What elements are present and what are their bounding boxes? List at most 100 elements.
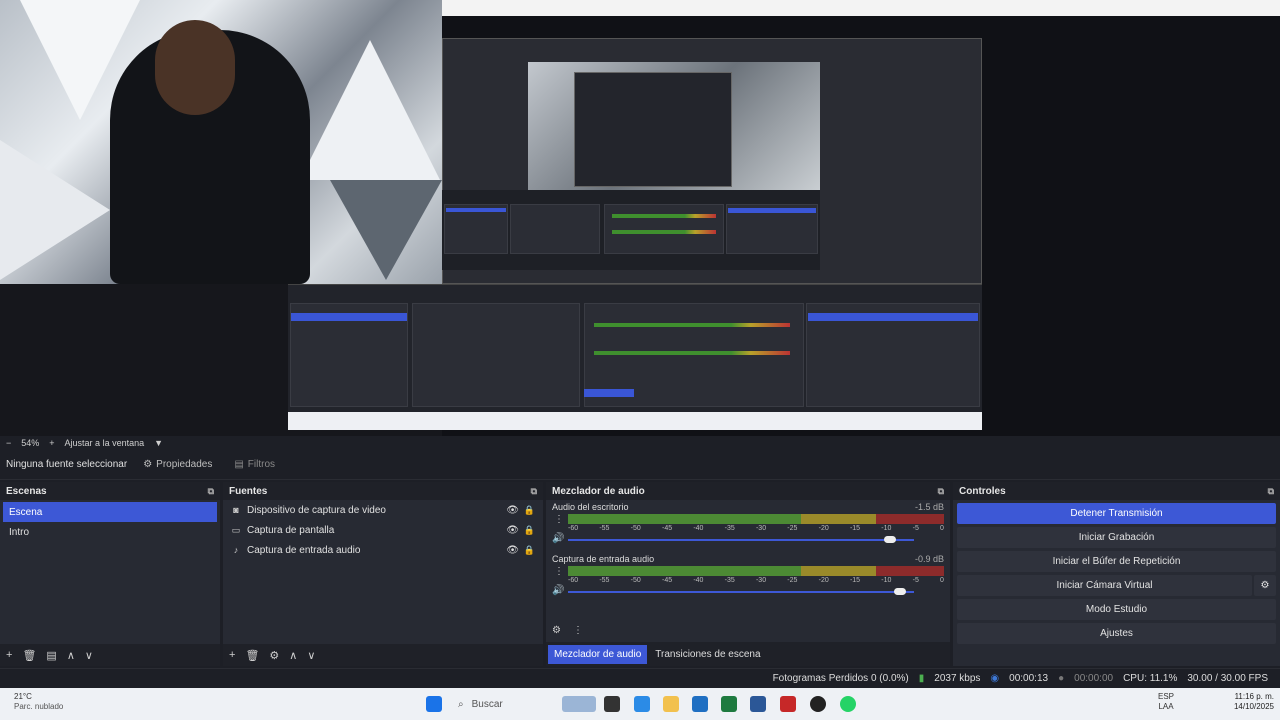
mixer-track-desktop: Audio del escritorio -1.5 dB ⋮ -60 -55 -50… — [546, 500, 950, 552]
virtual-camera-row: Iniciar Cámara Virtual ⚙ — [953, 572, 1280, 596]
sources-footer: + 🗑 ⚙ ∧ ∨ — [223, 644, 543, 666]
whatsapp-icon[interactable] — [840, 696, 856, 712]
meter-tick: -25 — [787, 525, 798, 532]
fit-window-label[interactable]: Ajustar a la ventana — [65, 438, 145, 448]
folder-icon[interactable] — [663, 696, 679, 712]
obs-icon[interactable] — [810, 696, 826, 712]
store-icon[interactable] — [692, 696, 708, 712]
meter-tick: -10 — [881, 525, 892, 532]
add-icon[interactable]: + — [229, 649, 235, 661]
gear-icon[interactable]: ⚙ — [552, 625, 561, 636]
mixer-track-audio-input: Captura de entrada audio -0.9 dB ⋮ -60 -5… — [546, 552, 950, 604]
stop-stream-button[interactable]: Detener Transmisión — [957, 503, 1276, 524]
meter-tick: -40 — [693, 577, 704, 584]
lock-icon[interactable]: 🔒 — [524, 545, 535, 556]
language-indicator[interactable]: ESP LAA — [1158, 692, 1174, 712]
source-item-video-capture[interactable]: ◙ Dispositivo de captura de video 👁 🔒 — [223, 500, 543, 520]
preview-canvas[interactable] — [0, 0, 1280, 436]
gear-icon[interactable]: ⚙ — [1254, 575, 1276, 596]
undock-icon[interactable]: ⧉ — [938, 486, 944, 497]
studio-mode-button[interactable]: Modo Estudio — [957, 599, 1276, 620]
word-icon[interactable] — [750, 696, 766, 712]
meter-tick: -55 — [599, 525, 610, 532]
start-virtual-camera-button[interactable]: Iniciar Cámara Virtual — [957, 575, 1252, 596]
scenes-dock: Escenas ⧉ Escena Intro + 🗑 ▤ ∧ ∨ — [0, 482, 220, 666]
more-options-icon[interactable]: ⋮ — [554, 514, 564, 525]
weather-widget[interactable]: 21°C Parc. nublado — [14, 692, 63, 712]
chevron-down-icon[interactable]: ∨ — [307, 649, 315, 662]
cpu-usage: CPU: 11.1% — [1123, 673, 1178, 684]
volume-slider-knob[interactable] — [894, 588, 907, 595]
volume-slider-knob[interactable] — [883, 536, 896, 543]
gear-icon[interactable]: ⚙ — [269, 649, 279, 662]
scene-item-escena[interactable]: Escena — [3, 502, 217, 522]
settings-button[interactable]: Ajustes — [957, 623, 1276, 644]
scenes-footer: + 🗑 ▤ ∧ ∨ — [0, 644, 220, 666]
start-recording-button[interactable]: Iniciar Grabación — [957, 527, 1276, 548]
chevron-down-icon[interactable]: ∨ — [85, 649, 93, 662]
more-options-icon[interactable]: ⋮ — [554, 566, 564, 577]
meter-tick: -45 — [661, 577, 673, 584]
signal-icon: ▮ — [918, 673, 925, 684]
undock-icon[interactable]: ⧉ — [208, 486, 214, 497]
zoom-out-icon[interactable]: − — [6, 438, 11, 448]
start-replay-buffer-button[interactable]: Iniciar el Búfer de Repetición — [957, 551, 1276, 572]
tab-scene-transitions[interactable]: Transiciones de escena — [649, 645, 766, 664]
chevron-down-icon[interactable]: ▼ — [154, 438, 163, 448]
clock-date: 14/10/2025 — [1233, 702, 1274, 711]
source-toolbar: Ninguna fuente seleccionar ⚙ Propiedades… — [0, 450, 1280, 480]
volume-slider[interactable] — [568, 539, 914, 541]
tab-audio-mixer[interactable]: Mezclador de audio — [548, 644, 648, 664]
source-item-audio-input[interactable]: ♪ Captura de entrada audio 👁 🔒 — [223, 540, 543, 560]
undock-icon[interactable]: ⧉ — [531, 486, 537, 497]
track-name: Audio del escritorio — [552, 502, 629, 512]
dropped-frames: Fotogramas Perdidos 0 (0.0%) — [772, 673, 909, 684]
trash-icon[interactable]: 🗑 — [22, 649, 36, 662]
add-icon[interactable]: + — [6, 649, 12, 661]
filters-button[interactable]: ▤ Filtros — [228, 457, 281, 472]
excel-icon[interactable] — [721, 696, 737, 712]
lang-bottom: LAA — [1158, 702, 1174, 711]
chevron-up-icon[interactable]: ∧ — [67, 649, 75, 662]
pdf-icon[interactable] — [780, 696, 796, 712]
source-item-screen-capture[interactable]: ▭ Captura de pantalla 👁 🔒 — [223, 520, 543, 540]
lock-icon[interactable]: 🔒 — [524, 525, 535, 536]
filter-icon: ▤ — [234, 459, 244, 470]
search-placeholder: Buscar — [471, 698, 503, 710]
eye-icon[interactable]: 👁 — [506, 525, 519, 536]
windows-start-icon[interactable] — [426, 696, 442, 712]
volume-slider[interactable] — [568, 591, 914, 593]
meter-tick: -30 — [755, 577, 767, 584]
meter-tick: -60 — [568, 577, 579, 584]
speaker-icon[interactable]: 🔊 — [552, 585, 564, 596]
meter-scale: -60 -55 -50 -45 -40 -35 -30 -25 -20 -15 -10 -5 0 — [568, 525, 944, 533]
gear-icon: ⚙ — [143, 459, 153, 470]
taskbar-clock[interactable]: 11:16 p. m. 14/10/2025 — [1226, 692, 1274, 712]
mixer-tabs: Mezclador de audio Transiciones de escen… — [546, 642, 950, 666]
scene-item-intro[interactable]: Intro — [3, 522, 217, 542]
copilot-icon[interactable] — [634, 696, 650, 712]
meter-tick: -35 — [724, 525, 735, 532]
eye-icon[interactable]: 👁 — [506, 545, 519, 556]
more-options-icon[interactable]: ⋮ — [573, 625, 583, 636]
volume-meter — [568, 566, 944, 576]
chevron-up-icon[interactable]: ∧ — [289, 649, 297, 662]
undock-icon[interactable]: ⧉ — [1268, 486, 1274, 497]
trash-icon[interactable]: 🗑 — [245, 649, 259, 662]
weather-desc: Parc. nublado — [14, 702, 64, 711]
zoom-in-icon[interactable]: + — [49, 438, 54, 448]
lock-icon[interactable]: 🔒 — [524, 505, 535, 516]
meter-tick: -55 — [599, 577, 610, 584]
clock-time: 11:16 p. m. — [1234, 692, 1274, 701]
sources-title: Fuentes — [229, 485, 268, 497]
sources-dock: Fuentes ⧉ ◙ Dispositivo de captura de vi… — [223, 482, 543, 666]
person-head — [155, 20, 235, 115]
filter-icon[interactable]: ▤ — [46, 649, 56, 662]
speaker-icon[interactable]: 🔊 — [552, 533, 564, 544]
zoom-percent: 54% — [21, 438, 40, 448]
task-view-icon[interactable] — [604, 696, 620, 712]
properties-button[interactable]: ⚙ Propiedades — [137, 457, 218, 472]
eye-icon[interactable]: 👁 — [506, 505, 519, 516]
taskbar-search[interactable]: ⌕ Buscar — [452, 694, 572, 714]
track-db: -1.5 dB — [914, 502, 944, 512]
